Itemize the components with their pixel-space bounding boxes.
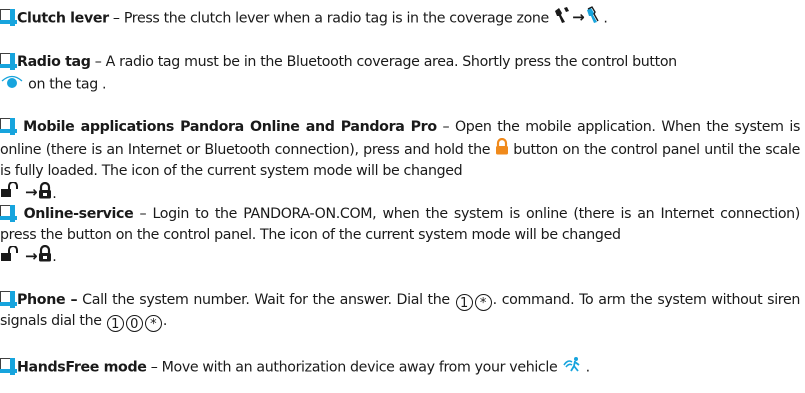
control-button-icon [0,73,24,96]
key-star-icon: * [474,294,492,311]
lock-open-icon [0,181,24,205]
entry-text: on the tag . [24,75,107,92]
entry-clutch-lever: Clutch lever – Press the clutch lever wh… [0,6,800,31]
entry-online-service: Online-service – Login to the PANDORA-ON… [0,204,800,269]
clutch-lever-released-icon [553,6,571,31]
entry-text: – Press the clutch lever when a radio ta… [108,10,554,27]
arrow-right-icon: → [25,183,38,202]
entry-title: Mobile applications Pandora Online and P… [17,119,437,135]
entry-end: . [603,10,608,27]
arrow-right-icon: → [572,8,585,27]
entry-end: . [52,185,57,202]
clutch-lever-pressed-icon [585,6,603,31]
checkbox-icon [0,9,17,27]
checkbox-icon [0,205,17,222]
checkbox-icon [0,358,17,376]
arrow-right-icon: → [25,246,38,265]
entry-text: – Move with an authorization device away… [146,359,562,376]
checkbox-icon [0,291,17,308]
checkbox-icon [0,118,17,135]
instructions-page: Clutch lever – Press the clutch lever wh… [0,0,805,393]
entry-phone: Phone – Call the system number. Wait for… [0,290,800,332]
entry-mobile-applications: Mobile applications Pandora Online and P… [0,117,800,205]
entry-text: – A radio tag must be in the Bluetooth c… [90,54,677,70]
entry-title: Online-service [17,206,134,222]
entry-title: HandsFree mode [17,359,147,376]
entry-title: Phone – [17,292,78,308]
lock-closed-icon [495,137,509,162]
entry-title: Clutch lever [17,10,109,27]
key-1-icon: 1 [106,315,124,332]
key-1-icon: 1 [455,294,473,311]
entry-text: Call the system number. Wait for the ans… [77,292,455,308]
key-star-icon: * [144,315,162,332]
entry-end: . [581,359,591,376]
checkbox-icon [0,53,17,70]
lock-closed-icon [38,181,52,206]
entry-end: . [162,313,168,329]
entry-radio-tag: Radio tag – A radio tag must be in the B… [0,52,800,95]
key-0-icon: 0 [125,315,143,332]
lock-open-icon [0,244,24,269]
lock-closed-icon [38,244,52,269]
entry-end: . [52,248,57,265]
entry-handsfree-mode: HandsFree mode – Move with an authorizat… [0,356,800,379]
walking-away-icon [562,356,582,379]
entry-title: Radio tag [17,54,91,70]
